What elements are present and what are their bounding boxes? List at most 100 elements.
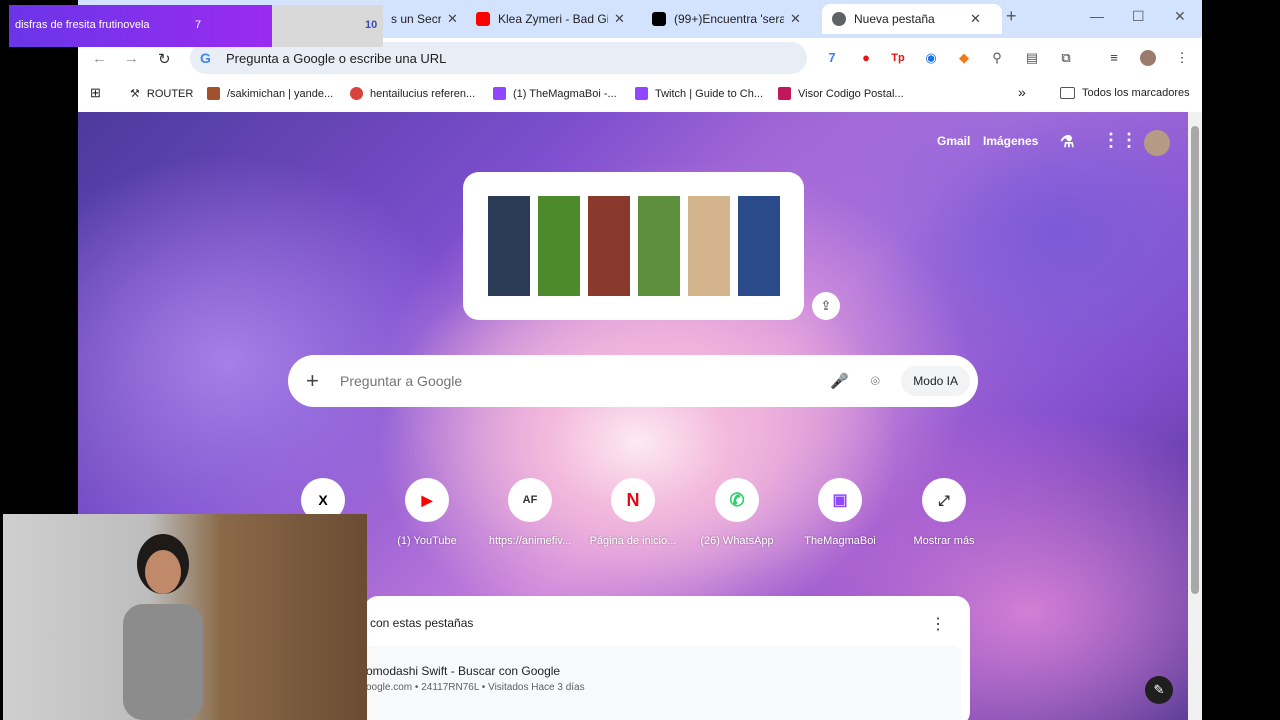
extension-tp-icon[interactable]: Tp: [890, 50, 906, 66]
list-item[interactable]: omodashi Swift - Buscar con Google oogle…: [364, 646, 961, 720]
bookmarks-bar: ⊞ ⚒ ROUTER /sakimichan | yande... hentai…: [78, 78, 1202, 113]
shortcut-label: (1) YouTube: [397, 535, 457, 547]
close-icon[interactable]: ✕: [614, 11, 625, 27]
bookmark-favicon: [350, 87, 363, 100]
extension-link-icon[interactable]: ⚲: [989, 50, 1005, 66]
twitch-icon: [635, 87, 648, 100]
minimize-icon[interactable]: —: [1090, 8, 1104, 24]
shortcut-label: https://animefiv...: [488, 535, 572, 547]
shortcut-label: TheMagmaBoi: [804, 535, 876, 547]
customize-pencil-icon[interactable]: ✎: [1145, 676, 1173, 704]
bookmark-label: (1) TheMagmaBoi -...: [513, 87, 617, 100]
tab-2[interactable]: Klea Zymeri - Bad Girl ✕: [476, 4, 636, 34]
tab-new-tab[interactable]: Nueva pestaña ✕: [822, 4, 1002, 34]
apps-grid-icon[interactable]: ⋮⋮: [1102, 130, 1138, 151]
lens-icon[interactable]: ⌾: [865, 373, 885, 390]
bookmark-label: /sakimichan | yande...: [227, 87, 334, 100]
bookmark-sakimichan[interactable]: /sakimichan | yande...: [207, 87, 333, 100]
youtube-icon: ▶: [405, 478, 449, 522]
tab-title: s un Secr: [391, 12, 441, 26]
back-icon[interactable]: ←: [92, 50, 107, 67]
address-placeholder: Pregunta a Google o escribe una URL: [226, 50, 447, 66]
card-heading: con estas pestañas: [370, 616, 474, 630]
tab-title: (99+)Encuentra 'sera b: [674, 12, 784, 26]
bookmark-label: Visor Codigo Postal...: [798, 87, 904, 100]
scrollbar-thumb[interactable]: [1191, 126, 1199, 594]
all-bookmarks-label: Todos los marcadores: [1082, 87, 1190, 99]
more-bookmarks-icon[interactable]: »: [1018, 84, 1026, 100]
new-tab-button[interactable]: +: [1006, 6, 1017, 27]
twitch-icon: [493, 87, 506, 100]
item-title: omodashi Swift - Buscar con Google: [366, 664, 561, 678]
shortcut-whatsapp[interactable]: ✆ (26) WhatsApp: [689, 478, 785, 547]
extension-media-icon[interactable]: ▤: [1024, 50, 1040, 66]
doodle-panel: [538, 196, 580, 296]
doodle-panel: [488, 196, 530, 296]
extension-blue-icon[interactable]: ◉: [923, 50, 939, 66]
tab-3[interactable]: (99+)Encuentra 'sera b ✕: [652, 4, 812, 34]
search-placeholder[interactable]: Preguntar a Google: [340, 373, 829, 389]
shortcut-label: Mostrar más: [913, 535, 975, 547]
close-icon[interactable]: ✕: [790, 11, 801, 27]
bookmark-label: hentailucius referen...: [370, 87, 476, 100]
all-bookmarks[interactable]: Todos los marcadores: [1060, 87, 1190, 99]
puzzle-icon[interactable]: ⧉: [1058, 50, 1074, 66]
menu-icon[interactable]: ⋮: [1174, 50, 1190, 66]
shortcut-youtube[interactable]: ▶ (1) YouTube: [379, 478, 475, 547]
animefiv-icon: AF: [508, 478, 552, 522]
bookmark-label: ROUTER: [146, 87, 194, 100]
add-icon[interactable]: +: [306, 368, 326, 394]
profile-avatar[interactable]: [1144, 130, 1170, 156]
share-icon[interactable]: ⇪: [812, 292, 840, 320]
webcam-feed: [3, 514, 367, 720]
shortcut-show-more[interactable]: ⤢ Mostrar más: [896, 478, 992, 547]
bookmark-twitch-guide[interactable]: Twitch | Guide to Ch...: [635, 87, 763, 100]
bookmark-hentailucius[interactable]: hentailucius referen...: [350, 87, 475, 100]
bookmark-favicon: [778, 87, 791, 100]
close-icon[interactable]: ✕: [970, 11, 981, 27]
doodle-panel: [588, 196, 630, 296]
netflix-icon: N: [611, 478, 655, 522]
chrome-icon: [832, 12, 846, 26]
close-icon[interactable]: ✕: [447, 11, 458, 27]
images-link[interactable]: Imágenes: [983, 134, 1038, 148]
continue-tabs-card: con estas pestañas ⋮ omodashi Swift - Bu…: [364, 596, 970, 720]
bookmark-themagmaboi[interactable]: (1) TheMagmaBoi -...: [493, 87, 617, 100]
close-window-icon[interactable]: ✕: [1174, 8, 1186, 25]
more-options-icon[interactable]: ⋮: [930, 614, 946, 634]
maximize-icon[interactable]: ☐: [1132, 8, 1145, 25]
google-doodle[interactable]: [463, 172, 804, 320]
metamask-icon[interactable]: ◆: [956, 50, 972, 66]
gmail-link[interactable]: Gmail: [937, 134, 970, 148]
doodle-panel: [688, 196, 730, 296]
media-control-icon[interactable]: ≡: [1106, 50, 1122, 66]
doodle-panel: [638, 196, 680, 296]
shortcut-netflix[interactable]: N Página de inicio...: [585, 478, 681, 547]
opera-icon[interactable]: ●: [858, 50, 874, 66]
expand-icon: ⤢: [922, 478, 966, 522]
labs-icon[interactable]: ⚗: [1060, 132, 1074, 152]
stream-goal-overlay: disfras de fresita frutinovela 7 10: [9, 5, 383, 47]
item-meta: oogle.com • 24117RN76L • Visitados Hace …: [366, 682, 585, 693]
twitch-icon: ▣: [818, 478, 862, 522]
shortcut-themagmaboi[interactable]: ▣ TheMagmaBoi: [792, 478, 888, 547]
search-box[interactable]: + Preguntar a Google 🎤 ⌾ Modo IA: [288, 355, 978, 407]
shortcut-label: (26) WhatsApp: [700, 535, 774, 547]
reload-icon[interactable]: ↻: [158, 50, 171, 68]
tab-title: Klea Zymeri - Bad Girl: [498, 12, 608, 26]
shortcut-animefiv[interactable]: AF https://animefiv...: [482, 478, 578, 547]
microphone-icon[interactable]: 🎤: [829, 372, 849, 390]
bookmark-visor[interactable]: Visor Codigo Postal...: [778, 87, 904, 100]
apps-icon[interactable]: ⊞: [90, 85, 101, 101]
youtube-icon: [476, 12, 490, 26]
bookmark-label: Twitch | Guide to Ch...: [655, 87, 764, 100]
goal-target: 10: [365, 19, 378, 31]
ai-mode-label: Modo IA: [913, 374, 958, 388]
scrollbar[interactable]: [1188, 112, 1202, 720]
profile-avatar[interactable]: [1140, 50, 1156, 66]
ai-mode-button[interactable]: Modo IA: [901, 366, 970, 396]
extension-icon[interactable]: 7: [824, 50, 840, 66]
forward-icon[interactable]: →: [124, 50, 139, 67]
tab-1-visible[interactable]: s un Secr ✕: [391, 4, 461, 34]
bookmark-router[interactable]: ⚒ ROUTER: [130, 87, 194, 101]
